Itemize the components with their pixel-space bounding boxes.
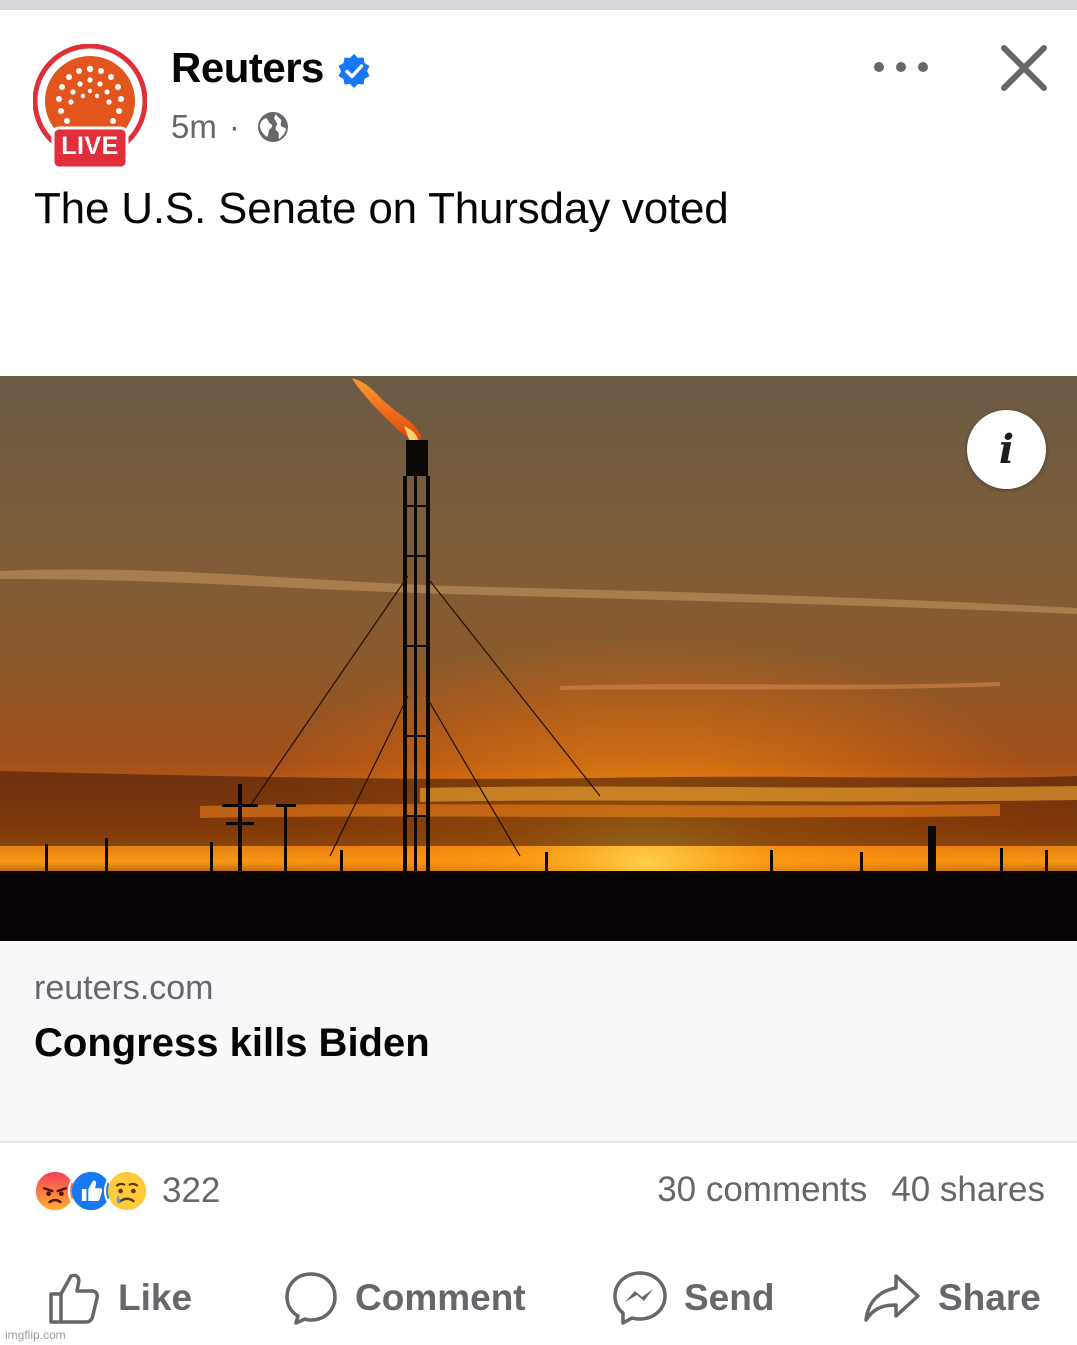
post-image[interactable] [0, 376, 1077, 941]
thumbs-up-icon [49, 1273, 99, 1324]
more-options-icon [874, 62, 884, 72]
close-button[interactable] [998, 42, 1050, 94]
sad-reaction-icon [104, 1168, 150, 1214]
shares-count[interactable]: 40 shares [891, 1170, 1045, 1210]
post-action-bar: Like Comment Send Share [0, 1262, 1077, 1334]
comment-button[interactable]: Comment [283, 1262, 526, 1334]
post-text: The U.S. Senate on Thursday voted [34, 184, 729, 233]
verified-badge-icon [338, 54, 370, 88]
more-options-button[interactable] [870, 50, 932, 84]
gas-flare-sunset-image [0, 376, 1077, 941]
send-button[interactable]: Send [612, 1262, 774, 1334]
share-label: Share [938, 1277, 1041, 1318]
page-name[interactable]: Reuters [171, 44, 324, 92]
live-badge-label: LIVE [61, 132, 119, 160]
share-button[interactable]: Share [862, 1262, 1041, 1334]
globe-icon [257, 112, 288, 142]
link-title: Congress kills Biden [34, 1021, 430, 1065]
meta-separator: · [228, 108, 240, 145]
reactions-summary[interactable]: 322 [32, 1167, 220, 1215]
post-time[interactable]: 5m [171, 108, 217, 146]
comments-count[interactable]: 30 comments [657, 1170, 867, 1210]
send-label: Send [684, 1277, 775, 1318]
image-info-button[interactable]: i [967, 410, 1046, 489]
imgflip-watermark: imgflip.com [5, 1328, 66, 1342]
like-label: Like [118, 1277, 193, 1318]
close-icon [1001, 45, 1047, 91]
info-icon: i [998, 426, 1015, 473]
top-divider [0, 0, 1077, 10]
post-meta: 5m · [171, 108, 290, 146]
link-preview[interactable]: reuters.com Congress kills Biden [0, 941, 1077, 1143]
share-arrow-icon [864, 1274, 920, 1322]
engagement-counts: 30 comments 40 shares [657, 1170, 1045, 1210]
comment-label: Comment [355, 1277, 526, 1318]
reaction-count: 322 [162, 1171, 221, 1210]
like-button[interactable]: Like [46, 1262, 192, 1334]
link-domain: reuters.com [34, 969, 214, 1007]
comment-bubble-icon [285, 1272, 337, 1325]
messenger-icon [613, 1271, 667, 1325]
page-avatar[interactable]: LIVE [32, 43, 148, 170]
